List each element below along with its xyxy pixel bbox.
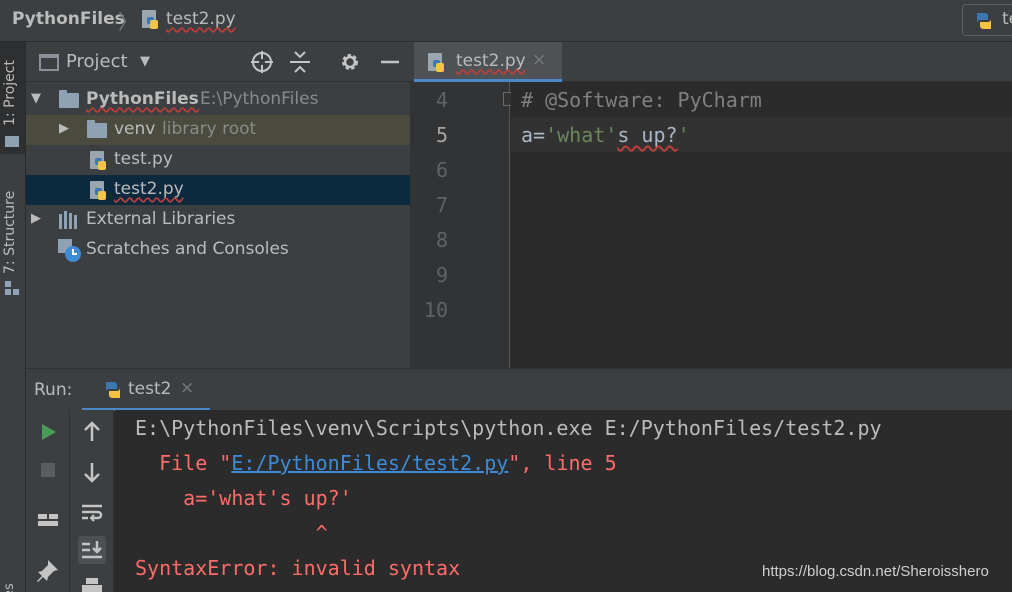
project-panel-header: Project ▼ bbox=[26, 42, 410, 82]
breadcrumb-file[interactable]: test2.py bbox=[166, 9, 236, 29]
close-icon[interactable]: × bbox=[180, 378, 194, 398]
run-tab-label: test2 bbox=[128, 379, 172, 399]
favorites-tool-label[interactable]: es bbox=[2, 583, 17, 592]
python-file-icon bbox=[88, 180, 110, 206]
layout-icon[interactable] bbox=[34, 506, 62, 534]
console-code-line: a='what's up?' bbox=[135, 486, 352, 510]
folder-icon bbox=[59, 90, 79, 108]
folder-icon bbox=[5, 136, 19, 147]
arrow-up-icon[interactable] bbox=[78, 418, 106, 446]
line-number: 9 bbox=[435, 263, 448, 287]
console-error-message: SyntaxError: invalid syntax bbox=[135, 556, 461, 580]
run-configuration-label: te bbox=[1002, 9, 1012, 29]
run-toolbar-secondary bbox=[70, 410, 114, 592]
tree-item-label: PythonFiles bbox=[86, 89, 199, 109]
watermark: https://blog.csdn.net/Sheroisshero bbox=[762, 563, 989, 580]
line-number: 8 bbox=[435, 228, 448, 252]
line-number: 4 bbox=[435, 88, 448, 112]
tree-item-label: External Libraries bbox=[86, 209, 236, 229]
soft-wrap-icon[interactable] bbox=[78, 498, 106, 526]
collapse-arrow-icon[interactable]: ▶ bbox=[59, 121, 69, 136]
console-text: File " bbox=[135, 451, 232, 475]
libraries-icon bbox=[59, 211, 81, 233]
settings-icon[interactable] bbox=[338, 50, 362, 74]
python-icon bbox=[102, 380, 124, 404]
scratches-icon bbox=[58, 239, 82, 267]
line-number: 10 bbox=[423, 298, 448, 322]
python-icon bbox=[973, 11, 995, 35]
breadcrumb-project[interactable]: PythonFiles bbox=[12, 9, 125, 29]
navigation-bar: PythonFiles 〉 test2.py te bbox=[0, 0, 1012, 42]
stop-icon[interactable] bbox=[34, 456, 62, 484]
console-text: ", line 5 bbox=[508, 451, 617, 475]
project-panel: Project ▼ ▼ PythonFiles E:\PythonFiles ▶… bbox=[26, 42, 410, 368]
scroll-to-end-icon[interactable] bbox=[78, 536, 106, 564]
editor-tab-bar: test2.py × bbox=[410, 42, 1012, 82]
tree-item-test-py[interactable]: test.py bbox=[26, 145, 410, 175]
locate-icon[interactable] bbox=[250, 50, 274, 74]
line-number-gutter: 4 5 6 7 8 9 10 bbox=[410, 82, 513, 368]
breadcrumb-separator: 〉 bbox=[118, 10, 138, 34]
run-window-title: Run: bbox=[34, 380, 73, 400]
project-view-icon bbox=[39, 54, 59, 71]
tree-item-path: E:\PythonFiles bbox=[200, 89, 319, 109]
project-view-title[interactable]: Project bbox=[66, 51, 128, 72]
console-caret-line: ^ bbox=[135, 521, 328, 545]
code-string: ' bbox=[677, 123, 690, 147]
console-traceback-line: File "E:/PythonFiles/test2.py", line 5 bbox=[135, 451, 617, 475]
line-number: 5 bbox=[435, 123, 448, 147]
python-file-icon bbox=[426, 52, 448, 78]
collapse-arrow-icon[interactable]: ▶ bbox=[31, 211, 41, 226]
code-string: 'what' bbox=[545, 123, 618, 147]
python-file-icon bbox=[88, 150, 110, 176]
line-number: 6 bbox=[435, 158, 448, 182]
structure-tool-label: 7: Structure bbox=[2, 190, 18, 274]
folder-icon bbox=[87, 120, 107, 138]
console-file-link[interactable]: E:/PythonFiles/test2.py bbox=[231, 451, 508, 475]
run-tab-test2[interactable]: test2 × bbox=[82, 369, 210, 411]
tree-item-hint: library root bbox=[162, 119, 257, 139]
left-tool-strip: 1: Project 7: Structure es bbox=[0, 42, 26, 592]
run-tool-window-header: Run: test2 × bbox=[26, 368, 1012, 411]
code-line-comment: # @Software: PyCharm bbox=[521, 88, 762, 112]
print-icon[interactable] bbox=[78, 574, 106, 592]
run-toolbar-primary bbox=[26, 410, 70, 592]
code-variable: a= bbox=[521, 123, 546, 147]
collapse-all-icon[interactable] bbox=[288, 50, 312, 74]
project-tool-button[interactable]: 1: Project bbox=[0, 42, 25, 154]
tree-item-external-libraries[interactable]: ▶ External Libraries bbox=[26, 205, 410, 235]
tree-item-venv[interactable]: ▶ venv library root bbox=[26, 115, 410, 145]
project-tool-label: 1: Project bbox=[2, 60, 18, 126]
hide-panel-icon[interactable] bbox=[378, 50, 402, 74]
code-line-assignment: a='what's up?' bbox=[521, 123, 690, 147]
python-file-icon bbox=[140, 9, 162, 35]
code-editor[interactable]: # @Software: PyCharm a='what's up?' bbox=[511, 82, 1012, 368]
tree-item-pythonfiles[interactable]: ▼ PythonFiles E:\PythonFiles bbox=[26, 85, 410, 115]
expand-arrow-icon[interactable]: ▼ bbox=[31, 91, 41, 106]
code-error-token: s up? bbox=[617, 123, 678, 147]
arrow-down-icon[interactable] bbox=[78, 458, 106, 486]
tree-item-label: test2.py bbox=[114, 179, 184, 199]
tree-item-label: venv bbox=[114, 119, 156, 139]
editor-tab-test2[interactable]: test2.py × bbox=[414, 42, 562, 82]
close-icon[interactable]: × bbox=[532, 50, 546, 70]
line-number: 7 bbox=[435, 193, 448, 217]
pin-icon[interactable] bbox=[34, 556, 62, 584]
tree-item-scratches[interactable]: Scratches and Consoles bbox=[26, 235, 410, 265]
console-command-line: E:\PythonFiles\venv\Scripts\python.exe E… bbox=[135, 416, 882, 440]
chevron-down-icon[interactable]: ▼ bbox=[140, 54, 150, 69]
editor-tab-label: test2.py bbox=[456, 51, 526, 71]
tree-item-label: Scratches and Consoles bbox=[86, 239, 289, 259]
tree-item-test2-py[interactable]: test2.py bbox=[26, 175, 410, 205]
rerun-icon[interactable] bbox=[34, 418, 62, 446]
structure-icon bbox=[5, 280, 19, 295]
tree-item-label: test.py bbox=[114, 149, 173, 169]
